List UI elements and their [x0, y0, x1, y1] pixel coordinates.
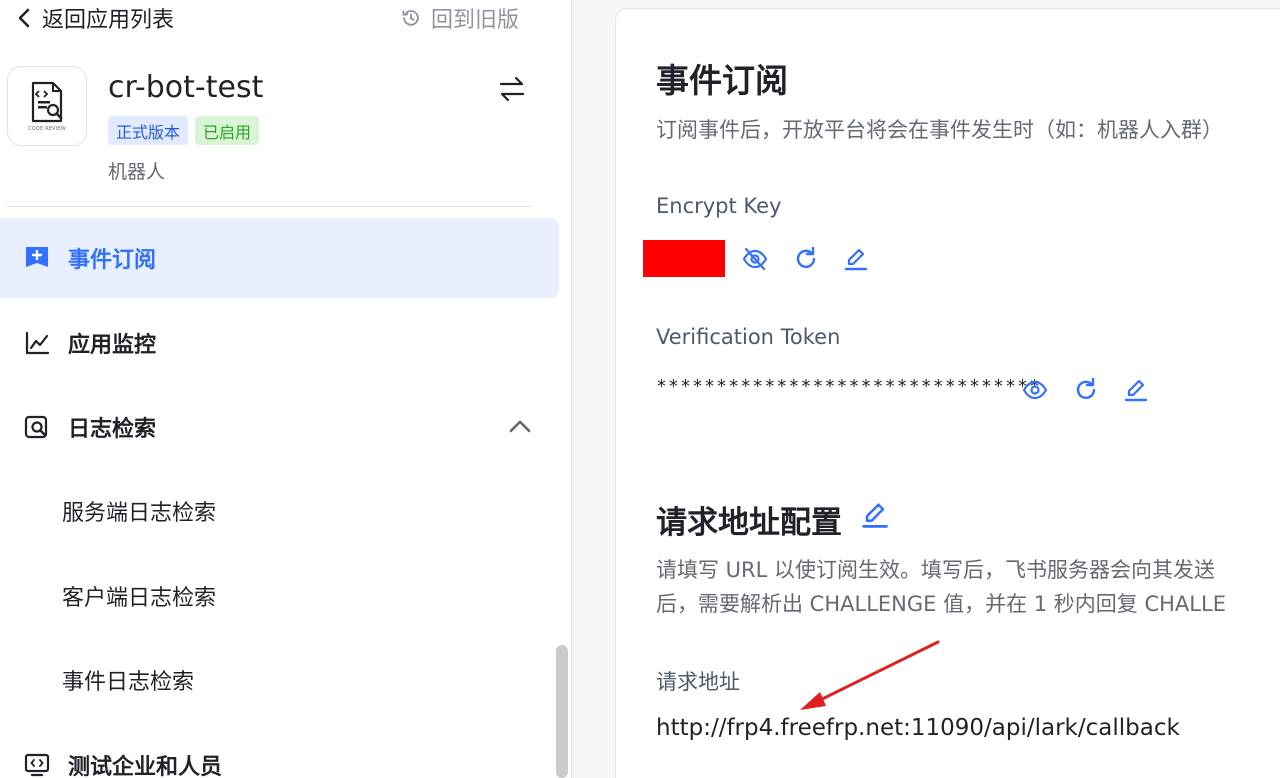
- page-title: 事件订阅: [656, 61, 788, 100]
- eye-off-icon: [742, 247, 768, 271]
- encrypt-key-label: Encrypt Key: [656, 194, 782, 218]
- annotation-arrow-icon: [800, 640, 940, 710]
- request-url-label: 请求地址: [656, 670, 740, 694]
- sidebar-item-label: 应用监控: [68, 333, 157, 358]
- sidebar-item-label: 测试企业和人员: [68, 755, 223, 778]
- chevron-up-icon[interactable]: [507, 414, 533, 440]
- code-review-icon: [31, 81, 63, 122]
- app-badges: 正式版本 已启用: [108, 116, 260, 145]
- sidebar-item-label: 事件订阅: [68, 248, 157, 273]
- chevron-left-icon: [18, 8, 30, 28]
- swap-arrows-icon: [499, 76, 525, 102]
- back-to-old-version-link[interactable]: 回到旧版: [400, 2, 519, 34]
- request-url-value: http://frp4.freefrp.net:11090/api/lark/c…: [656, 715, 1180, 741]
- sidebar-scrollbar[interactable]: [556, 645, 568, 778]
- edit-pencil-icon: [1124, 379, 1148, 402]
- verification-token-value: ********************************: [656, 376, 1042, 397]
- switch-app-button[interactable]: [497, 74, 527, 104]
- request-config-edit-button[interactable]: [859, 499, 891, 531]
- status-badge: 已启用: [195, 116, 260, 145]
- verification-token-label: Verification Token: [656, 325, 841, 349]
- verification-token-refresh-button[interactable]: [1072, 376, 1100, 404]
- sidebar-item-client-log-search[interactable]: 客户端日志检索: [0, 556, 559, 636]
- line-chart-icon: [25, 331, 50, 355]
- eye-icon: [1022, 380, 1048, 400]
- history-icon: [402, 10, 419, 26]
- verification-token-edit-button[interactable]: [1122, 376, 1150, 404]
- app-logo: CODE REVIEW: [7, 66, 87, 146]
- code-monitor-icon: [24, 753, 50, 777]
- old-version-label: 回到旧版: [431, 8, 520, 33]
- verification-token-toggle-visibility-button[interactable]: [1021, 376, 1049, 404]
- edit-pencil-icon: [844, 248, 868, 271]
- encrypt-key-edit-button[interactable]: [842, 245, 870, 273]
- sidebar-item-test-enterprise[interactable]: 测试企业和人员: [0, 725, 559, 778]
- sidebar-item-label: 客户端日志检索: [62, 586, 217, 611]
- request-config-description-line1: 请填写 URL 以使订阅生效。填写后，飞书服务器会向其发送: [656, 558, 1216, 582]
- log-search-icon: [24, 415, 48, 439]
- app-type-label: 机器人: [108, 161, 166, 183]
- sidebar-item-label: 事件日志检索: [62, 670, 195, 695]
- sidebar-item-label: 服务端日志检索: [62, 501, 217, 526]
- request-config-title: 请求地址配置: [656, 505, 842, 541]
- sidebar-item-server-log-search[interactable]: 服务端日志检索: [0, 471, 559, 551]
- back-link-label: 返回应用列表: [42, 8, 175, 33]
- sidebar-item-app-monitoring[interactable]: 应用监控: [0, 303, 559, 383]
- refresh-icon: [796, 246, 816, 268]
- request-config-description-line2: 后，需要解析出 CHALLENGE 值，并在 1 秒内回复 CHALLE: [656, 592, 1226, 616]
- sidebar-divider: [7, 206, 532, 207]
- sidebar-item-label: 日志检索: [68, 417, 157, 442]
- encrypt-key-toggle-visibility-button[interactable]: [741, 245, 769, 273]
- page-description: 订阅事件后，开放平台将会在事件发生时（如：机器人入群）: [656, 118, 1223, 142]
- version-badge: 正式版本: [108, 116, 189, 145]
- encrypt-key-value-redacted: [643, 240, 725, 277]
- refresh-icon: [1076, 377, 1096, 399]
- sidebar-item-event-log-search[interactable]: 事件日志检索: [0, 640, 559, 720]
- app-name: cr-bot-test: [108, 70, 264, 105]
- app-logo-caption: CODE REVIEW: [28, 125, 66, 132]
- sidebar: 返回应用列表 回到旧版 CODE REVIEW cr-bot-test 正式版本…: [0, 0, 572, 778]
- edit-pencil-icon: [862, 503, 888, 528]
- sidebar-item-log-search[interactable]: 日志检索: [0, 387, 559, 467]
- event-subscription-icon: [26, 247, 48, 267]
- sidebar-item-event-subscription[interactable]: 事件订阅: [0, 218, 559, 298]
- back-to-app-list-link[interactable]: 返回应用列表: [16, 2, 174, 34]
- encrypt-key-refresh-button[interactable]: [792, 245, 820, 273]
